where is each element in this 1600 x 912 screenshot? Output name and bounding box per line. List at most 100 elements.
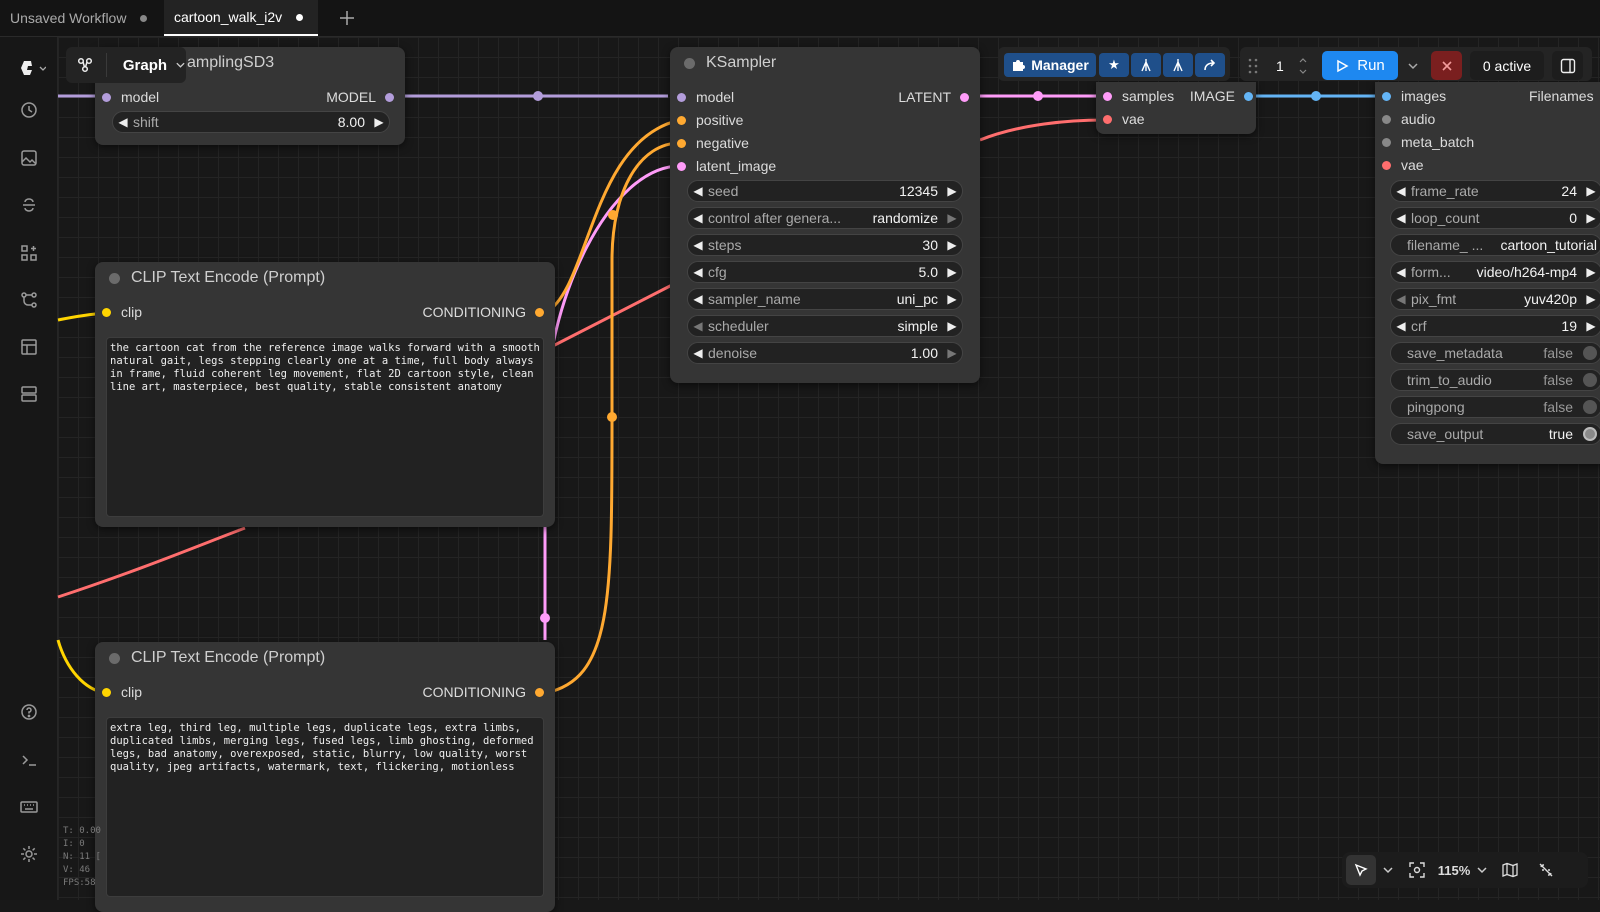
increment-arrow-icon[interactable]: ▶ (942, 319, 962, 333)
decrement-arrow-icon[interactable]: ◀ (1391, 319, 1411, 333)
model-manager-button[interactable] (1131, 53, 1161, 77)
input-slot-model[interactable]: model (102, 89, 159, 105)
output-slot-latent[interactable]: LATENT (898, 89, 969, 105)
decrement-arrow-icon[interactable]: ◀ (1391, 184, 1411, 198)
increment-arrow-icon[interactable]: ▶ (1581, 211, 1600, 225)
decrement-arrow-icon[interactable]: ◀ (1391, 292, 1411, 306)
widget-pix-fmt[interactable]: ◀ pix_fmt yuv420p ▶ (1390, 288, 1600, 310)
increment-arrow-icon[interactable]: ▶ (369, 115, 389, 129)
toggle-panel-button[interactable] (1552, 51, 1583, 80)
widget-scheduler[interactable]: ◀ scheduler simple ▶ (687, 315, 963, 337)
widget-format[interactable]: ◀ form... video/h264-mp4 ▶ (1390, 261, 1600, 283)
toggle-off-icon[interactable] (1583, 400, 1597, 414)
decrement-arrow-icon[interactable]: ◀ (688, 319, 708, 333)
decrement-arrow-icon[interactable]: ◀ (688, 265, 708, 279)
input-slot-negative[interactable]: negative (677, 135, 749, 151)
widget-shift[interactable]: ◀ shift 8.00 ▶ (112, 111, 390, 133)
widget-pingpong[interactable]: pingpong false (1390, 396, 1600, 418)
manager-button[interactable]: Manager (1004, 53, 1096, 77)
widget-cfg[interactable]: ◀ cfg 5.0 ▶ (687, 261, 963, 283)
decrement-arrow-icon[interactable]: ◀ (688, 184, 708, 198)
node-ksampler[interactable]: KSampler model positive negative latent_… (670, 47, 980, 383)
collapse-dot-icon[interactable] (684, 57, 695, 69)
increment-arrow-icon[interactable]: ▶ (942, 184, 962, 198)
decrement-arrow-icon[interactable]: ◀ (688, 211, 708, 225)
widget-label: form... (1411, 264, 1451, 280)
input-slot-positive[interactable]: positive (677, 112, 743, 128)
increment-arrow-icon[interactable]: ▶ (942, 346, 962, 360)
toggle-on-icon[interactable] (1583, 427, 1597, 441)
input-slot-latent-image[interactable]: latent_image (677, 158, 776, 174)
custom-nodes-button[interactable] (1163, 53, 1193, 77)
select-tool-button[interactable] (1346, 855, 1376, 885)
graph-menu-button[interactable]: Graph (66, 47, 186, 83)
increment-arrow-icon[interactable]: ▶ (1581, 184, 1600, 198)
tool-dropdown-button[interactable] (1376, 855, 1400, 885)
input-slot-vae[interactable]: vae (1382, 157, 1424, 173)
node-clip-text-encode-negative[interactable]: CLIP Text Encode (Prompt) clip CONDITION… (95, 642, 555, 912)
widget-denoise[interactable]: ◀ denoise 1.00 ▶ (687, 342, 963, 364)
run-options-button[interactable] (1401, 51, 1425, 80)
widget-filename-prefix[interactable]: filename_ ... cartoon_tutorial (1390, 234, 1600, 256)
input-slot-model[interactable]: model (677, 89, 734, 105)
widget-trim-to-audio[interactable]: trim_to_audio false (1390, 369, 1600, 391)
widget-save-metadata[interactable]: save_metadata false (1390, 342, 1600, 364)
output-slot-model[interactable]: MODEL (326, 89, 394, 105)
input-slot-audio[interactable]: audio (1382, 111, 1435, 127)
minimap-button[interactable] (1492, 855, 1528, 885)
node-clip-text-encode-positive[interactable]: CLIP Text Encode (Prompt) clip CONDITION… (95, 262, 555, 527)
widget-seed[interactable]: ◀ seed 12345 ▶ (687, 180, 963, 202)
increment-arrow-icon[interactable]: ▶ (1581, 265, 1600, 279)
output-slot-image[interactable]: IMAGE (1190, 88, 1253, 104)
input-slot-images[interactable]: images (1382, 88, 1446, 104)
increment-arrow-icon[interactable]: ▶ (942, 292, 962, 306)
collapse-dot-icon[interactable] (109, 272, 120, 284)
increment-arrow-icon[interactable]: ▶ (1581, 319, 1600, 333)
node-video-combine[interactable]: images Filenames audio meta_batch vae ◀ … (1375, 82, 1600, 464)
decrement-arrow-icon[interactable]: ◀ (688, 292, 708, 306)
output-slot-conditioning[interactable]: CONDITIONING (423, 684, 544, 700)
widget-control-after-generate[interactable]: ◀ control after genera... randomize ▶ (687, 207, 963, 229)
node-vae-decode[interactable]: samples vae IMAGE (1096, 82, 1256, 134)
decrement-arrow-icon[interactable]: ◀ (688, 238, 708, 252)
slot-label: clip (121, 304, 143, 320)
decrement-arrow-icon[interactable]: ◀ (688, 346, 708, 360)
decrement-arrow-icon[interactable]: ◀ (1391, 211, 1411, 225)
fit-view-button[interactable] (1400, 855, 1434, 885)
input-slot-clip[interactable]: clip (102, 684, 142, 700)
decrement-arrow-icon[interactable]: ◀ (113, 115, 133, 129)
widget-crf[interactable]: ◀ crf 19 ▶ (1390, 315, 1600, 337)
star-button[interactable]: ★ (1099, 53, 1129, 77)
widget-save-output[interactable]: save_output true (1390, 423, 1600, 445)
cancel-button[interactable] (1431, 51, 1462, 80)
output-slot-conditioning[interactable]: CONDITIONING (423, 304, 544, 320)
increment-arrow-icon[interactable]: ▶ (942, 265, 962, 279)
fork-icon (1173, 59, 1183, 72)
drag-handle-icon[interactable] (1248, 58, 1258, 79)
widget-steps[interactable]: ◀ steps 30 ▶ (687, 234, 963, 256)
increment-arrow-icon[interactable]: ▶ (942, 211, 962, 225)
increment-arrow-icon[interactable]: ▶ (1581, 292, 1600, 306)
share-button[interactable] (1195, 53, 1225, 77)
zoom-dropdown[interactable]: 115% (1434, 855, 1492, 885)
run-button[interactable]: Run (1322, 51, 1398, 80)
prompt-textarea-positive[interactable]: the cartoon cat from the reference image… (106, 337, 544, 517)
widget-sampler-name[interactable]: ◀ sampler_name uni_pc ▶ (687, 288, 963, 310)
toggle-links-button[interactable] (1528, 855, 1564, 885)
output-slot-filenames[interactable]: Filenames (1529, 88, 1594, 104)
toggle-off-icon[interactable] (1583, 346, 1597, 360)
increment-arrow-icon[interactable]: ▶ (942, 238, 962, 252)
widget-loop-count[interactable]: ◀ loop_count 0 ▶ (1390, 207, 1600, 229)
queue-count-input[interactable]: 1 (1270, 51, 1314, 80)
input-slot-vae[interactable]: vae (1103, 111, 1145, 127)
collapse-dot-icon[interactable] (109, 652, 120, 664)
input-slot-clip[interactable]: clip (102, 304, 142, 320)
decrement-arrow-icon[interactable]: ◀ (1391, 265, 1411, 279)
stepper-arrows-icon[interactable] (1298, 55, 1308, 77)
widget-frame-rate[interactable]: ◀ frame_rate 24 ▶ (1390, 180, 1600, 202)
toggle-off-icon[interactable] (1583, 373, 1597, 387)
prompt-textarea-negative[interactable]: extra leg, third leg, multiple legs, dup… (106, 717, 544, 897)
input-slot-samples[interactable]: samples (1103, 88, 1174, 104)
active-queue-button[interactable]: 0 active (1470, 51, 1544, 80)
input-slot-meta-batch[interactable]: meta_batch (1382, 134, 1474, 150)
